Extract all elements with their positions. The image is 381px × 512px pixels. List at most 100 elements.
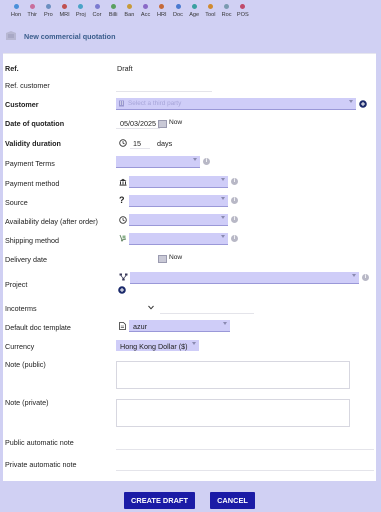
app-icon — [94, 4, 100, 9]
nav-item[interactable]: Hon — [9, 2, 23, 18]
bank-icon — [119, 178, 127, 186]
nav-item[interactable]: POS — [236, 2, 250, 18]
delivery-label: Delivery date — [5, 255, 47, 264]
shipping-select[interactable] — [129, 233, 228, 245]
app-icon — [62, 4, 68, 9]
nav-label: Acc — [140, 12, 151, 18]
customer-select[interactable]: Select a third party — [116, 98, 356, 110]
nav-item[interactable]: Doc — [171, 2, 185, 18]
clock-icon — [119, 139, 127, 147]
file-icon — [119, 322, 126, 330]
nav-label: HRI — [156, 12, 167, 18]
nav-item[interactable]: Proj — [74, 2, 88, 18]
currency-label: Currency — [5, 342, 35, 351]
app-icon — [159, 4, 165, 9]
availability-select[interactable] — [129, 214, 228, 226]
app-icon — [175, 4, 181, 9]
building-icon — [119, 100, 124, 107]
nav-label: POS — [236, 12, 249, 18]
payment-terms-label: Payment Terms — [5, 159, 55, 168]
top-nav: Hon Thir Pro MRI Proj Cor Billi Ban Acc HRI Doc Age… — [0, 0, 381, 24]
delivery-now-link[interactable]: Now — [169, 254, 182, 261]
date-label: Date of quotation — [5, 119, 65, 128]
nav-label: Ban — [124, 12, 135, 18]
validity-unit: days — [157, 139, 173, 148]
page-title: New commercial quotation — [24, 32, 116, 41]
calendar-icon[interactable] — [158, 120, 167, 128]
project-label: Project — [5, 280, 28, 289]
project-select[interactable] — [130, 272, 359, 284]
doc-template-label: Default doc template — [5, 323, 71, 332]
create-draft-button[interactable]: CREATE DRAFT — [124, 492, 195, 509]
info-icon: i — [231, 216, 238, 223]
chevron-down-icon — [221, 197, 225, 200]
payment-method-label: Payment method — [5, 179, 60, 188]
proposal-icon — [6, 31, 16, 40]
nav-item[interactable]: Cor — [90, 2, 104, 18]
chevron-down-icon[interactable] — [148, 305, 154, 310]
validity-underline — [130, 148, 150, 149]
incoterms-input[interactable] — [160, 313, 254, 314]
nav-item[interactable]: Billi — [106, 2, 120, 18]
note-private-label: Note (private) — [5, 398, 49, 407]
info-icon: i — [231, 235, 238, 242]
app-icon — [143, 4, 149, 9]
nav-label: Hon — [10, 12, 22, 18]
note-public-label: Note (public) — [5, 360, 46, 369]
source-select[interactable] — [129, 195, 228, 207]
app-icon — [126, 4, 132, 9]
incoterms-label: Incoterms — [5, 304, 37, 313]
app-icon — [29, 4, 35, 9]
nav-item[interactable]: Ban — [122, 2, 136, 18]
payment-method-select[interactable] — [129, 176, 228, 188]
ref-customer-label: Ref. customer — [5, 81, 50, 90]
app-icon — [207, 4, 213, 9]
clock-icon — [119, 216, 127, 224]
note-private-textarea[interactable] — [116, 399, 350, 427]
validity-input[interactable]: 15 — [133, 139, 141, 148]
dolly-icon — [119, 234, 127, 242]
nav-item[interactable]: HRI — [155, 2, 169, 18]
calendar-icon[interactable] — [158, 255, 167, 263]
add-project-icon[interactable] — [118, 286, 126, 294]
nav-label: Billi — [108, 12, 118, 18]
info-icon: i — [231, 178, 238, 185]
nav-label: Age — [189, 12, 200, 18]
customer-placeholder: Select a third party — [128, 99, 182, 107]
nav-item[interactable]: Pro — [41, 2, 55, 18]
nav-item[interactable]: Thir — [25, 2, 39, 18]
ref-customer-input[interactable] — [116, 91, 212, 92]
info-icon: i — [231, 197, 238, 204]
cancel-button[interactable]: CANCEL — [210, 492, 255, 509]
public-auto-note-field[interactable] — [116, 449, 374, 450]
currency-select[interactable]: Hong Kong Dollar ($) — [116, 340, 199, 351]
app-icon — [191, 4, 197, 9]
date-input[interactable]: 05/03/2025 — [120, 119, 156, 128]
note-public-textarea[interactable] — [116, 361, 350, 389]
private-auto-note-field[interactable] — [116, 470, 374, 471]
date-now-link[interactable]: Now — [169, 119, 182, 126]
nav-item[interactable]: Roc — [220, 2, 234, 18]
nav-label: Roc — [221, 12, 232, 18]
nav-item[interactable]: Acc — [139, 2, 153, 18]
nav-item[interactable]: Age — [187, 2, 201, 18]
project-icon — [119, 273, 128, 281]
doc-template-select[interactable]: azur — [129, 320, 230, 332]
chevron-down-icon — [349, 100, 353, 103]
nav-item[interactable]: MRI — [58, 2, 72, 18]
nav-item[interactable]: Tool — [203, 2, 217, 18]
ref-label: Ref. — [5, 64, 19, 73]
chevron-down-icon — [193, 158, 197, 161]
public-auto-note-label: Public automatic note — [5, 438, 74, 447]
nav-label: MRI — [59, 12, 70, 18]
chevron-down-icon — [221, 235, 225, 238]
app-icon — [224, 4, 230, 9]
app-icon — [78, 4, 84, 9]
private-auto-note-label: Private automatic note — [5, 460, 77, 469]
info-icon: i — [362, 274, 369, 281]
availability-label: Availability delay (after order) — [5, 217, 98, 226]
add-customer-icon[interactable] — [359, 100, 367, 108]
payment-terms-select[interactable] — [116, 156, 200, 168]
doc-template-value: azur — [133, 321, 147, 331]
validity-label: Validity duration — [5, 139, 61, 148]
